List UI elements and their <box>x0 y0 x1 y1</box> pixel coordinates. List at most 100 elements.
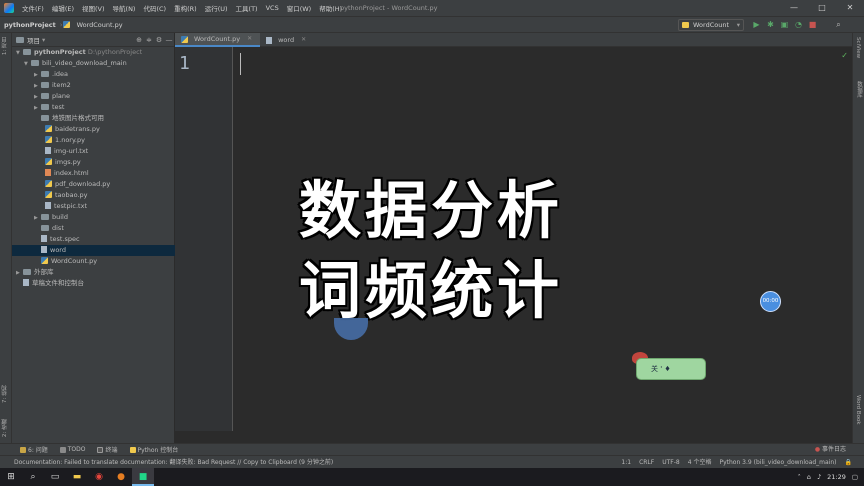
python-console-tab[interactable]: Python 控制台 <box>124 445 185 454</box>
recording-timer[interactable]: 00:00 <box>760 291 781 312</box>
tree-item-label: 地铁图片格式可用 <box>52 114 104 122</box>
tree-item[interactable]: pdf_download.py <box>12 179 175 190</box>
close-tab-icon[interactable]: ✕ <box>247 32 252 46</box>
run-configuration-select[interactable]: WordCount ▾ <box>678 19 744 31</box>
menu-window[interactable]: 窗口(W) <box>283 3 316 13</box>
inspection-ok-icon[interactable]: ✓ <box>841 51 848 60</box>
library-icon <box>23 269 31 275</box>
minimize-button[interactable]: — <box>780 0 808 16</box>
menu-file[interactable]: 文件(F) <box>18 3 48 13</box>
python-file-icon <box>45 158 52 165</box>
tree-item[interactable]: ▼ bili_video_download_main <box>12 58 175 69</box>
chevron-down-icon[interactable]: ▾ <box>42 36 45 44</box>
folder-icon <box>41 214 49 220</box>
bottom-tool-bar: 6: 问题 TODO 终端 Python 控制台 ● 事件日志 <box>0 443 864 455</box>
editor-tab-word[interactable]: word ✕ <box>260 33 314 47</box>
tree-root[interactable]: ▼ pythonProject D:\pythonProject <box>12 47 175 58</box>
todo-tab[interactable]: TODO <box>54 446 92 453</box>
tree-item[interactable]: ▶ plane <box>12 91 175 102</box>
breadcrumb-file[interactable]: WordCount.py <box>73 21 127 29</box>
terminal-icon <box>97 446 104 453</box>
tree-item[interactable]: 草稿文件和控制台 <box>12 278 175 289</box>
editor-tab-wordcount[interactable]: WordCount.py ✕ <box>175 32 261 47</box>
window-controls: — □ ✕ <box>780 0 864 16</box>
tree-item[interactable]: ▶ build <box>12 212 175 223</box>
coverage-icon[interactable]: ▣ <box>780 20 789 29</box>
menu-bar: 文件(F) 编辑(E) 视图(V) 导航(N) 代码(C) 重构(R) 运行(U… <box>0 0 864 16</box>
event-log-label: 事件日志 <box>821 446 846 453</box>
tree-item-selected[interactable]: word <box>12 245 175 256</box>
tree-item[interactable]: testpic.txt <box>12 201 175 212</box>
menu-edit[interactable]: 编辑(E) <box>48 3 78 13</box>
debug-icon[interactable]: ✱ <box>766 20 775 29</box>
collapse-icon[interactable]: ≑ <box>144 36 154 44</box>
media-icon[interactable]: ● <box>110 468 132 486</box>
folder-icon <box>31 60 39 66</box>
clock[interactable]: 21:29 <box>827 473 846 481</box>
tree-item[interactable]: taobao.py <box>12 190 175 201</box>
chrome-icon[interactable]: ◉ <box>88 468 110 486</box>
tree-item[interactable]: imgs.py <box>12 157 175 168</box>
database-tool-tab[interactable]: 数据库 <box>855 81 863 98</box>
folder-icon <box>41 225 49 231</box>
tree-item[interactable]: 地铁图片格式可用 <box>12 113 175 124</box>
file-explorer-icon[interactable]: ▬ <box>66 468 88 486</box>
tree-item[interactable]: dist <box>12 223 175 234</box>
problems-tab-label: 6: 问题 <box>28 447 48 454</box>
text-file-icon <box>266 36 273 44</box>
mascot-widget[interactable]: 关 ' ♦ <box>636 358 706 380</box>
line-gutter: 1 <box>175 47 233 431</box>
tree-item-label: test.spec <box>50 235 80 243</box>
tree-item-label: taobao.py <box>55 191 88 199</box>
menu-code[interactable]: 代码(C) <box>139 3 170 13</box>
menu-run[interactable]: 运行(U) <box>201 3 232 13</box>
task-view-icon[interactable]: ▭ <box>44 468 66 486</box>
gear-icon[interactable]: ⚙ <box>154 36 164 44</box>
tree-item[interactable]: img-url.txt <box>12 146 175 157</box>
volume-icon[interactable]: ♪ <box>817 473 821 481</box>
tree-item[interactable]: ▶ 外部库 <box>12 267 175 278</box>
maximize-button[interactable]: □ <box>808 0 836 16</box>
search-icon[interactable]: ⌕ <box>834 20 843 29</box>
menu-view[interactable]: 视图(V) <box>78 3 109 13</box>
search-icon[interactable]: ⌕ <box>22 468 44 486</box>
tree-item[interactable]: index.html <box>12 168 175 179</box>
editor-tab-label: word <box>278 36 295 44</box>
close-button[interactable]: ✕ <box>836 0 864 16</box>
problems-tab[interactable]: 6: 问题 <box>14 445 54 454</box>
tree-item[interactable]: WordCount.py <box>12 256 175 267</box>
breadcrumb-project[interactable]: pythonProject <box>0 21 60 29</box>
menu-vcs[interactable]: VCS <box>262 4 283 12</box>
menu-tools[interactable]: 工具(T) <box>232 3 262 13</box>
tree-item[interactable]: ▶ .idea <box>12 69 175 80</box>
tray-expand-icon[interactable]: ˄ <box>798 473 801 481</box>
tree-item[interactable]: 1.nory.py <box>12 135 175 146</box>
project-panel-title[interactable]: 项目 <box>27 35 40 45</box>
pycharm-icon[interactable]: ■ <box>132 468 154 486</box>
notification-icon[interactable]: ▢ <box>852 473 858 481</box>
network-icon[interactable]: ⌂ <box>807 473 811 481</box>
tree-item[interactable]: test.spec <box>12 234 175 245</box>
tree-item[interactable]: ▶ item2 <box>12 80 175 91</box>
profile-icon[interactable]: ◔ <box>794 20 803 29</box>
tree-item[interactable]: baidetrans.py <box>12 124 175 135</box>
sciview-tool-tab[interactable]: SciView <box>855 37 861 58</box>
python-file-icon <box>45 180 52 187</box>
terminal-tab[interactable]: 终端 <box>91 445 123 454</box>
menu-refactor[interactable]: 重构(R) <box>170 3 201 13</box>
tree-item[interactable]: ▶ test <box>12 102 175 113</box>
hide-icon[interactable]: — <box>164 36 174 44</box>
run-icon[interactable]: ▶ <box>752 20 761 29</box>
stop-icon[interactable]: ■ <box>808 20 817 29</box>
windows-start-icon[interactable]: ⊞ <box>0 468 22 486</box>
python-icon <box>682 22 689 28</box>
structure-tool-tab[interactable]: 7: 结构 <box>1 385 9 403</box>
word-book-tool-tab[interactable]: Word Book <box>855 395 861 425</box>
close-tab-icon[interactable]: ✕ <box>301 33 306 47</box>
favorites-tool-tab[interactable]: 2: 收藏 <box>1 419 9 437</box>
project-tool-tab[interactable]: 1: 项目 <box>1 37 9 55</box>
locate-icon[interactable]: ⊕ <box>134 36 144 44</box>
menu-navigate[interactable]: 导航(N) <box>109 3 140 13</box>
tree-item-label: imgs.py <box>55 158 81 166</box>
event-log-icon: ● <box>814 446 821 453</box>
